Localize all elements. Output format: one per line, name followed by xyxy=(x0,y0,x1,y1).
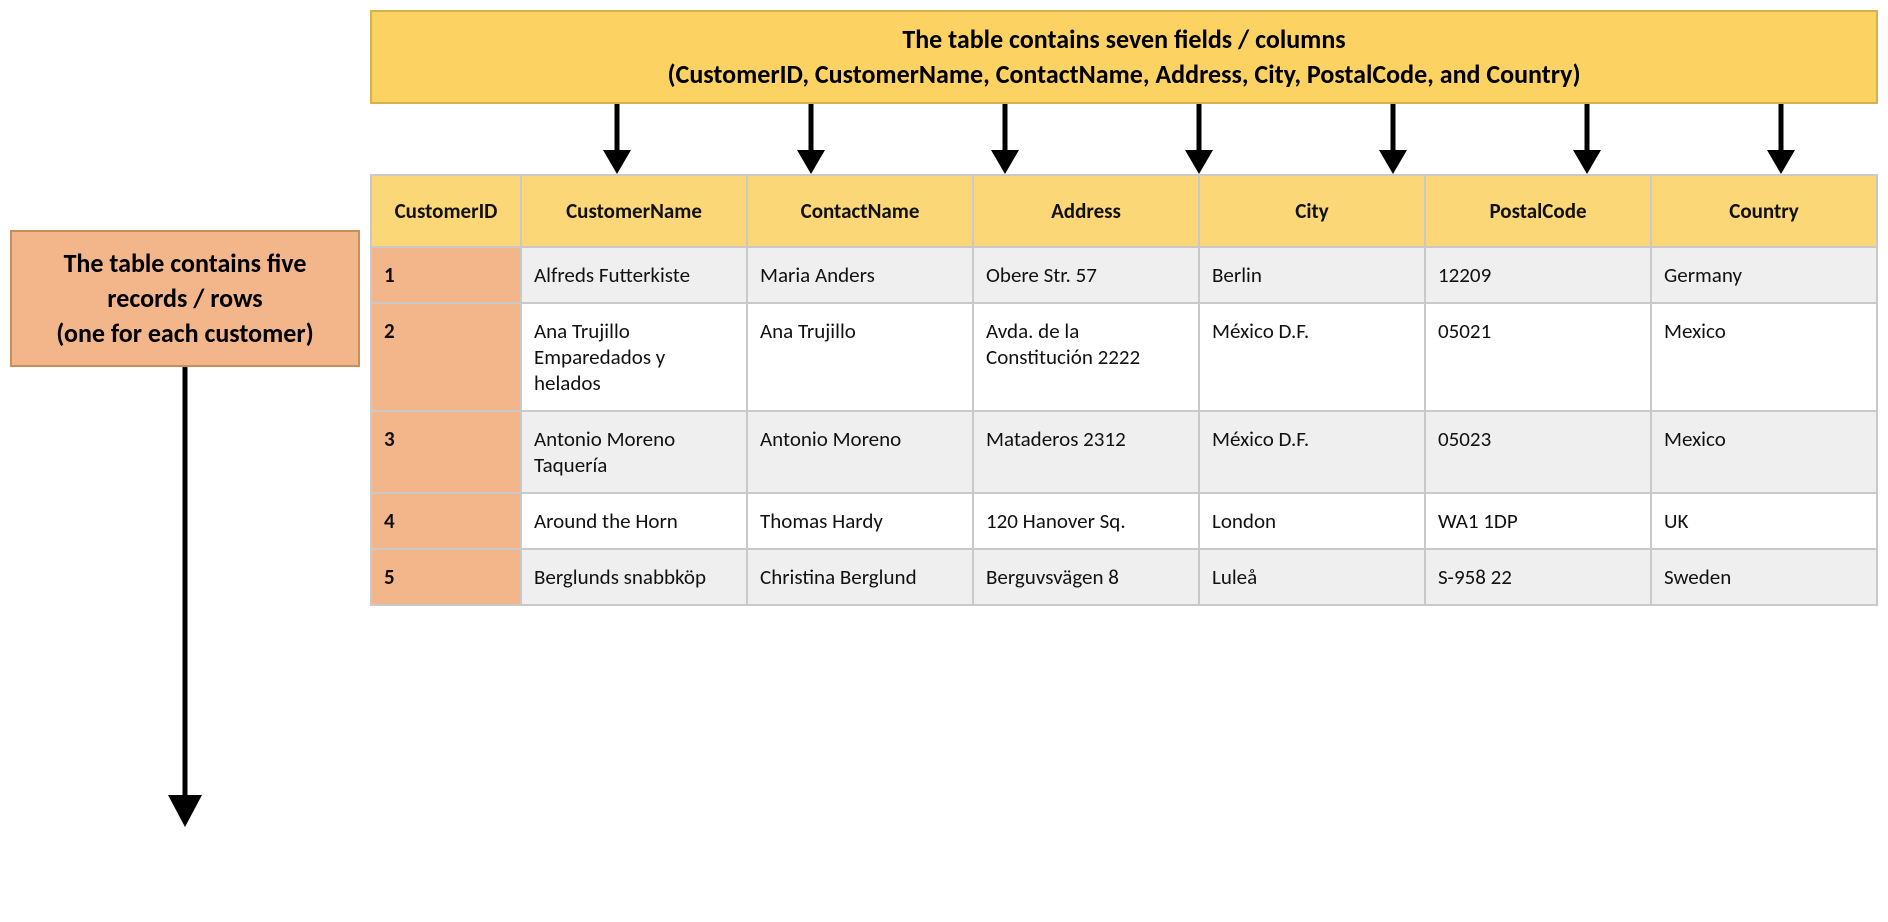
cell-contactname: Maria Anders xyxy=(747,247,973,303)
column-header: Country xyxy=(1651,175,1877,247)
cell-customername: Berglunds snabbköp xyxy=(521,549,747,605)
cell-customerid: 3 xyxy=(371,411,521,493)
column-header: CustomerID xyxy=(371,175,521,247)
cell-contactname: Antonio Moreno xyxy=(747,411,973,493)
arrow-down-icon xyxy=(520,104,714,174)
column-arrows xyxy=(370,104,1878,174)
column-header: Address xyxy=(973,175,1199,247)
cell-address: Obere Str. 57 xyxy=(973,247,1199,303)
customers-table: CustomerID CustomerName ContactName Addr… xyxy=(370,174,1878,606)
cell-address: 120 Hanover Sq. xyxy=(973,493,1199,549)
column-header: CustomerName xyxy=(521,175,747,247)
cell-postalcode: WA1 1DP xyxy=(1425,493,1651,549)
cell-customername: Ana Trujillo Emparedados y helados xyxy=(521,303,747,411)
cell-postalcode: S-958 22 xyxy=(1425,549,1651,605)
cell-contactname: Christina Berglund xyxy=(747,549,973,605)
cell-address: Mataderos 2312 xyxy=(973,411,1199,493)
cell-city: Luleå xyxy=(1199,549,1425,605)
rows-callout-line2: records / rows xyxy=(18,281,352,316)
cell-customerid: 4 xyxy=(371,493,521,549)
cell-contactname: Ana Trujillo xyxy=(747,303,973,411)
cell-city: México D.F. xyxy=(1199,411,1425,493)
rows-arrow xyxy=(10,367,360,832)
cell-customerid: 5 xyxy=(371,549,521,605)
table-row: 4 Around the Horn Thomas Hardy 120 Hanov… xyxy=(371,493,1877,549)
table-header-row: CustomerID CustomerName ContactName Addr… xyxy=(371,175,1877,247)
table-row: 2 Ana Trujillo Emparedados y helados Ana… xyxy=(371,303,1877,411)
cell-country: UK xyxy=(1651,493,1877,549)
arrow-down-icon xyxy=(1296,104,1490,174)
arrow-down-icon xyxy=(160,367,210,827)
cell-contactname: Thomas Hardy xyxy=(747,493,973,549)
cell-city: México D.F. xyxy=(1199,303,1425,411)
cell-customername: Around the Horn xyxy=(521,493,747,549)
table-row: 3 Antonio Moreno Taquería Antonio Moreno… xyxy=(371,411,1877,493)
columns-callout-line1: The table contains seven fields / column… xyxy=(380,22,1868,57)
cell-city: London xyxy=(1199,493,1425,549)
arrow-down-icon xyxy=(1684,104,1878,174)
column-header: PostalCode xyxy=(1425,175,1651,247)
rows-callout-line1: The table contains five xyxy=(18,246,352,281)
cell-country: Germany xyxy=(1651,247,1877,303)
cell-country: Mexico xyxy=(1651,303,1877,411)
cell-customername: Alfreds Futterkiste xyxy=(521,247,747,303)
column-header: City xyxy=(1199,175,1425,247)
table-row: 1 Alfreds Futterkiste Maria Anders Obere… xyxy=(371,247,1877,303)
arrow-down-icon xyxy=(714,104,908,174)
cell-country: Mexico xyxy=(1651,411,1877,493)
cell-customerid: 2 xyxy=(371,303,521,411)
table-row: 5 Berglunds snabbköp Christina Berglund … xyxy=(371,549,1877,605)
cell-country: Sweden xyxy=(1651,549,1877,605)
rows-callout: The table contains five records / rows (… xyxy=(10,230,360,367)
cell-customerid: 1 xyxy=(371,247,521,303)
cell-address: Avda. de la Constitución 2222 xyxy=(973,303,1199,411)
columns-callout: The table contains seven fields / column… xyxy=(370,10,1878,104)
cell-postalcode: 12209 xyxy=(1425,247,1651,303)
arrow-down-icon xyxy=(1102,104,1296,174)
cell-address: Berguvsvägen 8 xyxy=(973,549,1199,605)
cell-city: Berlin xyxy=(1199,247,1425,303)
rows-callout-line3: (one for each customer) xyxy=(18,316,352,351)
columns-callout-line2: (CustomerID, CustomerName, ContactName, … xyxy=(380,57,1868,92)
arrow-down-icon xyxy=(1490,104,1684,174)
arrow-down-icon xyxy=(908,104,1102,174)
cell-postalcode: 05023 xyxy=(1425,411,1651,493)
cell-customername: Antonio Moreno Taquería xyxy=(521,411,747,493)
column-header: ContactName xyxy=(747,175,973,247)
cell-postalcode: 05021 xyxy=(1425,303,1651,411)
